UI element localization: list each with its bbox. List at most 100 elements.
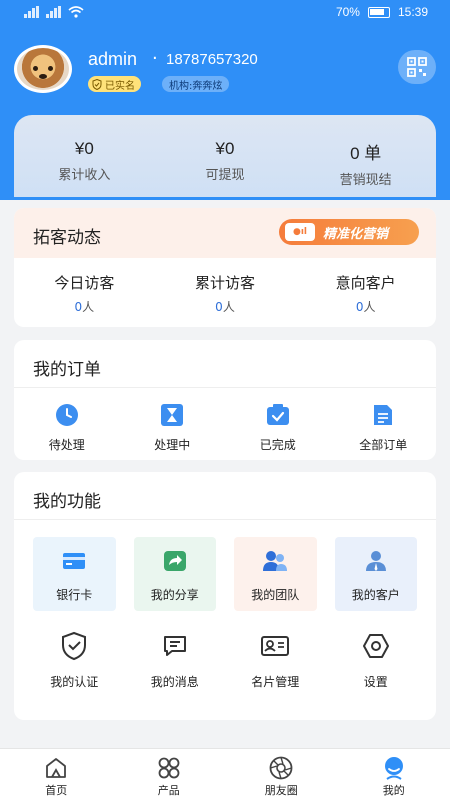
avatar-nose (39, 74, 47, 79)
document-icon (370, 402, 396, 428)
verified-badge: 已实名 (88, 76, 141, 92)
earning-total-income[interactable]: ¥0 累计收入 (14, 115, 155, 197)
visitor-title: 拓客动态 (33, 228, 101, 248)
orders-card: 我的订单 待处理 处理中 已完成 全部订单 (14, 340, 436, 460)
products-icon (156, 756, 182, 780)
func-my-certification[interactable]: 我的认证 (33, 631, 116, 690)
tile-label: 银行卡 (56, 588, 93, 602)
order-label: 待处理 (48, 438, 85, 452)
visitor-stat-today[interactable]: 今日访客 0人 (14, 272, 155, 315)
stat-number: 0 (74, 300, 83, 314)
functions-header: 我的功能 (14, 472, 436, 520)
earning-label: 累计收入 (58, 168, 111, 183)
signal-icon (24, 6, 42, 18)
name-separator: · (152, 48, 158, 69)
team-icon (262, 548, 288, 574)
tile-label: 我的客户 (351, 588, 400, 602)
orders-header: 我的订单 (14, 340, 436, 388)
tile-bank-card[interactable]: 银行卡 (33, 537, 116, 611)
nav-products[interactable]: 产品 (113, 749, 226, 800)
wifi-icon (68, 6, 84, 18)
status-bar: 70% 15:39 (0, 0, 450, 26)
visitor-card: 拓客动态 ●ıl 精准化营销 今日访客 0人 累计访客 0人 意向客户 0人 (14, 208, 436, 327)
earning-withdrawable[interactable]: ¥0 可提现 (155, 115, 296, 197)
order-label: 全部订单 (359, 438, 408, 452)
phone-number: 18787657320 (166, 51, 258, 68)
avatar-eye (33, 66, 38, 71)
visitor-stat-intent[interactable]: 意向客户 0人 (295, 272, 436, 315)
earning-marketing-settled[interactable]: 0 单 营销现结 (295, 115, 436, 197)
hourglass-icon (159, 402, 185, 428)
visitor-stat-label: 累计访客 (195, 274, 256, 292)
moments-icon (268, 756, 294, 780)
clock-icon (54, 402, 80, 428)
bank-card-icon (61, 548, 87, 574)
visitor-stat-label: 意向客户 (335, 274, 396, 292)
username: admin (88, 49, 138, 69)
earning-value: ¥0 (74, 139, 94, 158)
nav-label: 我的 (382, 784, 405, 797)
stat-unit: 人 (222, 300, 235, 314)
nav-profile[interactable]: 我的 (338, 749, 450, 800)
avatar[interactable] (14, 45, 72, 93)
bottom-nav: 首页 产品 朋友圈 我的 (0, 748, 450, 800)
orders-title: 我的订单 (33, 360, 101, 380)
order-processing[interactable]: 处理中 (120, 402, 226, 453)
visitor-stat-total[interactable]: 累计访客 0人 (155, 272, 296, 315)
order-pending[interactable]: 待处理 (14, 402, 120, 453)
id-card-icon (260, 631, 290, 661)
order-all[interactable]: 全部订单 (331, 402, 437, 453)
func-label: 名片管理 (251, 675, 300, 689)
tile-my-customers[interactable]: 我的客户 (334, 537, 417, 611)
home-icon (43, 756, 69, 780)
battery-percent: 70% (335, 5, 360, 19)
func-business-card[interactable]: 名片管理 (234, 631, 317, 690)
func-label: 设置 (363, 675, 388, 689)
tile-my-share[interactable]: 我的分享 (133, 537, 216, 611)
stat-unit: 人 (363, 300, 376, 314)
stat-unit: 人 (82, 300, 95, 314)
func-label: 我的认证 (50, 675, 99, 689)
qr-code-button[interactable] (398, 50, 436, 84)
battery-icon (367, 6, 390, 18)
functions-title: 我的功能 (33, 492, 101, 512)
visitor-stat-value: 0人 (155, 298, 296, 315)
shield-check-icon (92, 78, 102, 90)
order-label: 已完成 (259, 438, 296, 452)
verified-badge-label: 已实名 (105, 80, 135, 92)
nav-label: 产品 (157, 784, 180, 797)
order-label: 处理中 (154, 438, 191, 452)
visitor-stat-value: 0人 (14, 298, 155, 315)
earning-value: ¥0 (215, 139, 235, 158)
precision-marketing-label: 精准化营销 (323, 226, 389, 242)
tile-label: 我的分享 (150, 588, 199, 602)
check-box-icon (265, 402, 291, 428)
func-my-messages[interactable]: 我的消息 (134, 631, 217, 690)
shield-check-icon (59, 631, 89, 661)
visitor-card-header: 拓客动态 ●ıl 精准化营销 (14, 208, 436, 258)
func-label: 我的消息 (150, 675, 199, 689)
org-badge: 机构:奔奔炫 (162, 76, 230, 92)
network-indicators (24, 6, 84, 18)
visitor-stat-label: 今日访客 (54, 274, 115, 292)
nav-moments[interactable]: 朋友圈 (225, 749, 338, 800)
earning-value: 0 单 (350, 144, 382, 163)
precision-marketing-button[interactable]: ●ıl 精准化营销 (279, 219, 419, 245)
nav-home[interactable]: 首页 (0, 749, 113, 800)
earnings-panel: ¥0 累计收入 ¥0 可提现 0 单 营销现结 (14, 115, 436, 197)
customer-icon (363, 548, 389, 574)
nav-label: 首页 (45, 784, 68, 797)
tile-my-team[interactable]: 我的团队 (234, 537, 317, 611)
settings-icon (361, 631, 391, 661)
avatar-eye (48, 66, 53, 71)
tile-label: 我的团队 (251, 588, 300, 602)
order-completed[interactable]: 已完成 (225, 402, 331, 453)
share-icon (162, 548, 188, 574)
marketing-icon: ●ıl (285, 223, 315, 241)
profile-icon (381, 756, 407, 780)
earning-label: 营销现结 (339, 173, 392, 188)
func-settings[interactable]: 设置 (335, 631, 418, 690)
visitor-stat-value: 0人 (295, 298, 436, 315)
qr-code-icon (407, 57, 427, 77)
signal-icon-2 (46, 6, 64, 18)
